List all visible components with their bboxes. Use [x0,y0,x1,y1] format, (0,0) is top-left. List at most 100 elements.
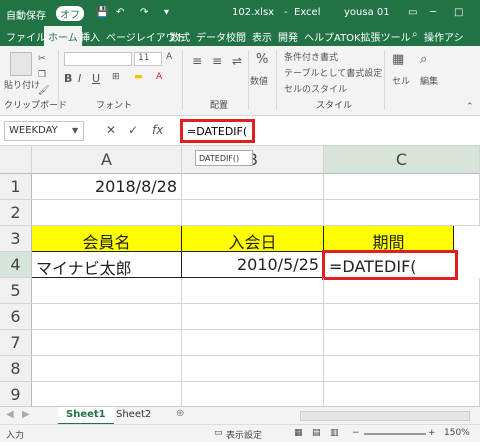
tab-formulas[interactable]: 数式 [170,29,190,44]
row-header[interactable]: 9 [0,382,32,406]
cell-b3[interactable]: 入会日 [182,226,324,252]
tab-view[interactable]: 表示 [252,29,272,44]
italic-icon[interactable]: I [78,72,81,85]
cell-a1[interactable]: 2018/8/28 [32,174,182,200]
editing-icon[interactable]: ⌕ [420,52,427,67]
row-header[interactable]: 6 [0,304,32,330]
display-settings-button[interactable]: 表示設定 [226,428,262,441]
cell[interactable] [182,304,324,330]
row-header[interactable]: 2 [0,200,32,226]
sheet-tab-sheet1[interactable]: Sheet1 [58,407,114,425]
tab-tell-me[interactable]: 操作アシ [424,29,464,44]
zoom-level[interactable]: 150% [444,428,470,438]
cell-a2[interactable] [32,200,182,226]
cell-b1[interactable] [182,174,324,200]
cell[interactable] [182,382,324,406]
cell[interactable] [182,330,324,356]
autosave-toggle[interactable]: オフ [56,6,84,21]
cell-a3[interactable]: 会員名 [32,226,182,252]
customize-qat-icon[interactable]: ▾ [164,7,169,18]
cell[interactable] [324,382,480,406]
ribbon-display-icon[interactable]: ▭ [408,7,417,18]
increase-font-icon[interactable]: A [166,52,172,62]
cut-icon[interactable]: ✂ [38,54,46,64]
font-name-input[interactable] [64,52,132,66]
cell[interactable] [32,356,182,382]
tab-review[interactable]: 校閲 [226,29,246,44]
cell[interactable] [324,304,480,330]
font-color-icon[interactable]: A [156,72,162,82]
cell-b4[interactable]: 2010/5/25 [182,252,324,278]
page-layout-view-icon[interactable]: ▤ [312,428,321,438]
font-size-input[interactable]: 11 [134,52,162,66]
align-center-icon[interactable]: ≡ [212,54,222,68]
editing-button[interactable]: 編集 [420,74,438,87]
select-all-corner[interactable] [0,146,32,174]
cell-a4[interactable]: マイナビ太郎 [32,252,182,278]
tab-atok[interactable]: ATOK拡張ツール [334,29,411,44]
cell[interactable] [324,356,480,382]
tab-developer[interactable]: 開発 [278,29,298,44]
column-header-c[interactable]: C [324,146,480,174]
search-icon[interactable]: ⌕ [412,29,418,40]
tab-insert[interactable]: 挿入 [80,29,100,44]
align-left-icon[interactable]: ≡ [192,54,202,68]
normal-view-icon[interactable]: ▦ [294,428,303,438]
row-header[interactable]: 1 [0,174,32,200]
insert-function-icon[interactable]: fx [152,123,163,137]
column-header-a[interactable]: A [32,146,182,174]
tab-home[interactable]: ホーム [44,26,82,46]
cell[interactable] [32,382,182,406]
cell-c1[interactable] [324,174,480,200]
conditional-formatting-button[interactable]: 条件付き書式 [284,50,338,63]
bold-icon[interactable]: B [64,72,72,85]
row-header[interactable]: 5 [0,278,32,304]
next-sheet-icon[interactable]: ▶ [22,409,30,420]
tab-help[interactable]: ヘルプ [304,29,334,44]
horizontal-scrollbar[interactable] [300,411,470,421]
save-icon[interactable]: 💾 [96,7,108,18]
user-name[interactable]: yousa 01 [344,7,390,18]
paste-button-label[interactable]: 貼り付け [4,78,40,91]
number-format-button[interactable]: 数値 [250,74,268,87]
format-painter-icon[interactable]: 🖌 [38,86,49,96]
cell-c3[interactable]: 期間 [324,226,454,252]
row-header[interactable]: 3 [0,226,32,252]
cancel-icon[interactable]: ✕ [106,123,116,137]
cell[interactable] [324,330,480,356]
redo-icon[interactable]: ↷ [140,7,148,18]
formula-input[interactable]: =DATEDIF( [180,119,255,143]
paste-icon[interactable] [10,52,32,76]
cell-c2[interactable] [324,200,480,226]
minimize-icon[interactable]: ─ [430,7,436,18]
copy-icon[interactable]: ❐ [38,70,46,80]
zoom-slider[interactable] [364,433,426,435]
cell[interactable] [32,304,182,330]
enter-icon[interactable]: ✓ [128,123,138,137]
add-sheet-icon[interactable]: ⊕ [176,408,184,419]
zoom-in-icon[interactable]: + [428,428,436,438]
zoom-out-icon[interactable]: − [352,428,360,438]
display-settings-icon[interactable]: ▭ [214,428,223,438]
cell[interactable] [182,278,324,304]
tab-data[interactable]: データ [196,29,226,44]
undo-icon[interactable]: ↶ [116,7,124,18]
row-header[interactable]: 7 [0,330,32,356]
row-header[interactable]: 4 [0,252,32,278]
row-header[interactable]: 8 [0,356,32,382]
cell[interactable] [32,330,182,356]
cell[interactable] [324,278,480,304]
prev-sheet-icon[interactable]: ◀ [6,409,14,420]
cell-b2[interactable] [182,200,324,226]
cell[interactable] [182,356,324,382]
number-format-icon[interactable]: % [256,52,268,67]
fill-color-icon[interactable]: ▬ [134,72,143,82]
maximize-icon[interactable]: □ [454,7,463,18]
wrap-text-icon[interactable]: ⇌ [232,54,242,68]
cell[interactable] [32,278,182,304]
sheet-tab-sheet2[interactable]: Sheet2 [108,407,159,425]
cells-button[interactable]: セル [392,74,410,87]
page-break-view-icon[interactable]: ▥ [330,428,339,438]
name-box-dropdown-icon[interactable]: ▼ [72,126,78,135]
cell-styles-button[interactable]: セルのスタイル [284,82,347,95]
